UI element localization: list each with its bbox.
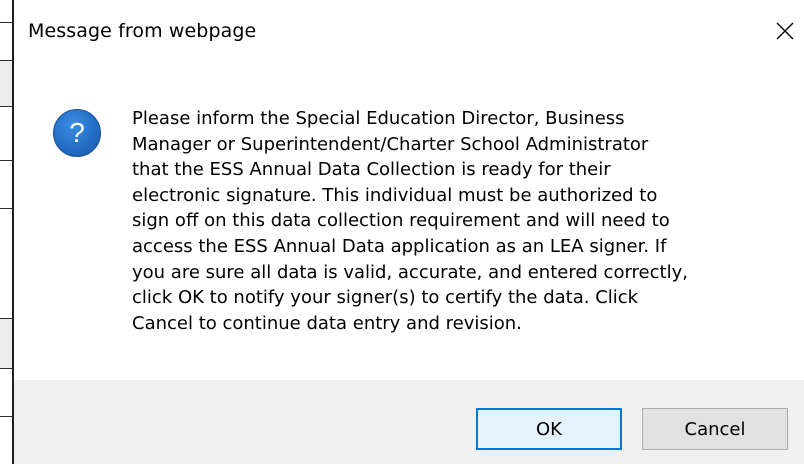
question-icon: ?: [53, 109, 101, 157]
background-row: [0, 60, 12, 107]
cancel-button[interactable]: Cancel: [642, 408, 788, 450]
background-row: [0, 22, 12, 61]
dialog-content: ? Please inform the Special Education Di…: [14, 64, 804, 380]
dialog-title-bar[interactable]: Message from webpage: [14, 0, 804, 64]
dialog-title: Message from webpage: [28, 20, 257, 42]
close-icon: [776, 22, 794, 40]
background-row: [0, 416, 12, 464]
dialog-button-bar: OK Cancel: [14, 380, 804, 464]
background-row: [0, 368, 12, 417]
background-row: [0, 160, 12, 209]
background-row: [0, 208, 12, 319]
background-page: [0, 0, 12, 464]
close-button[interactable]: [764, 12, 804, 52]
message-dialog: Message from webpage ? Please inform the…: [12, 0, 804, 464]
ok-button[interactable]: OK: [476, 408, 622, 450]
screen: Message from webpage ? Please inform the…: [0, 0, 804, 464]
dialog-message: Please inform the Special Education Dire…: [132, 108, 688, 334]
background-row: [0, 106, 12, 161]
svg-text:?: ?: [69, 117, 85, 148]
background-row: [0, 318, 12, 369]
